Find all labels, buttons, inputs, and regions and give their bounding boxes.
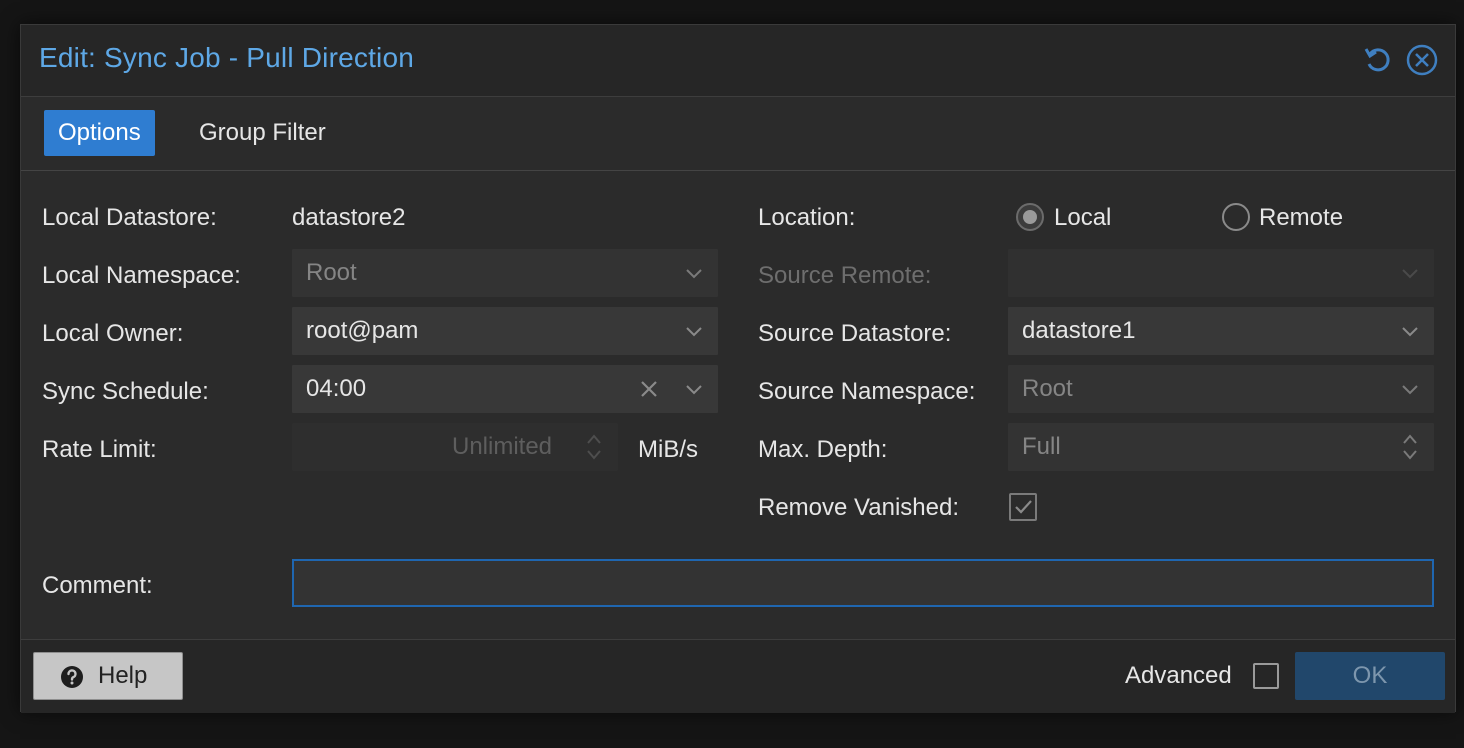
max-depth-label: Max. Depth:	[758, 436, 888, 463]
tab-group-filter[interactable]: Group Filter	[185, 110, 340, 156]
options-panel: Local Datastore: datastore2 Local Namesp…	[21, 171, 1455, 639]
spinner-icon[interactable]	[1400, 431, 1420, 463]
help-button[interactable]: Help	[33, 652, 183, 700]
help-icon	[61, 666, 83, 688]
chevron-down-icon	[684, 321, 704, 341]
checkmark-icon	[1015, 500, 1032, 514]
sync-schedule-input[interactable]: 04:00	[292, 365, 718, 413]
dialog-footer: Help Advanced OK	[21, 639, 1455, 713]
source-remote-select[interactable]	[1008, 249, 1434, 297]
remove-vanished-label: Remove Vanished:	[758, 494, 959, 521]
chevron-down-icon	[1400, 379, 1420, 399]
rate-limit-placeholder: Unlimited	[452, 433, 553, 460]
source-namespace-label: Source Namespace:	[758, 378, 976, 405]
rate-limit-label: Rate Limit:	[42, 436, 157, 463]
comment-label: Comment:	[42, 572, 153, 599]
chevron-down-icon	[1400, 321, 1420, 341]
chevron-down-icon	[684, 263, 704, 283]
local-owner-select[interactable]: root@pam	[292, 307, 718, 355]
source-datastore-value: datastore1	[1022, 317, 1136, 344]
sync-job-dialog: Edit: Sync Job - Pull Direction Options …	[20, 24, 1456, 713]
local-namespace-value: Root	[306, 259, 357, 286]
source-remote-label: Source Remote:	[758, 262, 932, 289]
local-datastore-value: datastore2	[292, 204, 406, 231]
chevron-down-icon	[1400, 263, 1420, 283]
tab-options[interactable]: Options	[44, 110, 155, 156]
local-owner-label: Local Owner:	[42, 320, 184, 347]
local-datastore-label: Local Datastore:	[42, 204, 217, 231]
max-depth-input[interactable]: Full	[1008, 423, 1434, 471]
rate-limit-unit: MiB/s	[638, 436, 698, 463]
chevron-down-icon[interactable]	[684, 379, 704, 399]
sync-schedule-value: 04:00	[306, 375, 367, 402]
sync-schedule-label: Sync Schedule:	[42, 378, 209, 405]
close-icon[interactable]	[1405, 43, 1439, 77]
tab-bar: Options Group Filter	[21, 97, 1455, 171]
source-namespace-select[interactable]: Root	[1008, 365, 1434, 413]
advanced-checkbox[interactable]	[1253, 663, 1279, 689]
local-owner-value: root@pam	[306, 317, 419, 344]
source-datastore-label: Source Datastore:	[758, 320, 952, 347]
location-label: Location:	[758, 204, 856, 231]
location-local-radio[interactable]	[1016, 203, 1044, 231]
ok-button[interactable]: OK	[1295, 652, 1445, 700]
source-datastore-select[interactable]: datastore1	[1008, 307, 1434, 355]
remove-vanished-checkbox[interactable]	[1009, 493, 1037, 521]
local-namespace-label: Local Namespace:	[42, 262, 241, 289]
source-namespace-value: Root	[1022, 375, 1073, 402]
advanced-label: Advanced	[1125, 662, 1232, 689]
comment-input[interactable]	[292, 559, 1434, 607]
spinner-icon[interactable]	[584, 431, 604, 463]
help-label: Help	[98, 662, 148, 689]
location-local-label: Local	[1054, 204, 1112, 231]
dialog-titlebar: Edit: Sync Job - Pull Direction	[21, 25, 1455, 97]
dialog-title: Edit: Sync Job - Pull Direction	[39, 42, 415, 73]
max-depth-value: Full	[1022, 433, 1061, 460]
reset-icon[interactable]	[1361, 43, 1395, 77]
rate-limit-input[interactable]: Unlimited	[292, 423, 618, 471]
location-remote-radio[interactable]	[1222, 203, 1250, 231]
clear-icon[interactable]	[638, 378, 660, 400]
local-namespace-select[interactable]: Root	[292, 249, 718, 297]
location-remote-label: Remote	[1259, 204, 1344, 231]
